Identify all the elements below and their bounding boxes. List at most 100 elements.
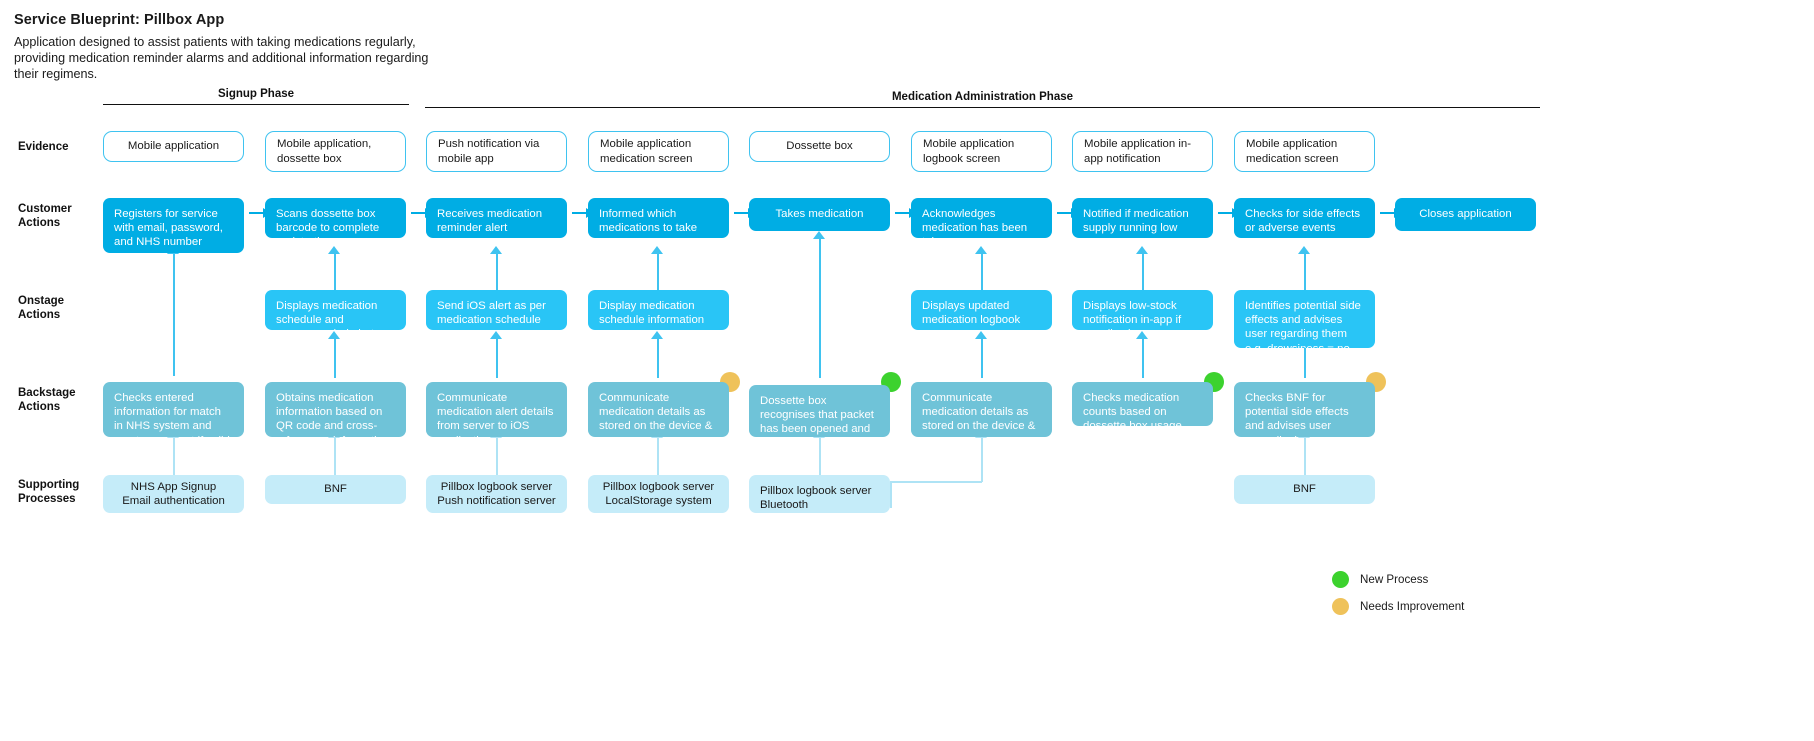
page-description: Application designed to assist patients … [14, 35, 429, 82]
onstage-action-card[interactable]: Identifies potential side effects and ad… [1234, 290, 1375, 348]
evidence-card[interactable]: Mobile application in-app notification [1072, 131, 1213, 172]
customer-action-card[interactable]: Acknowledges medication has been taken [911, 198, 1052, 238]
evidence-card[interactable]: Mobile application medication screen [1234, 131, 1375, 172]
connector-line [173, 253, 175, 376]
evidence-card[interactable]: Dossette box [749, 131, 890, 162]
connector-line [334, 338, 336, 378]
row-label-text: Actions [18, 217, 61, 229]
connector-line [1304, 347, 1306, 378]
evidence-card[interactable]: Mobile application logbook screen [911, 131, 1052, 172]
customer-action-card[interactable]: Receives medication reminder alert [426, 198, 567, 238]
supporting-process-label: Pillbox logbook server [760, 485, 872, 497]
connector-arrow [490, 246, 502, 254]
connector-line [1142, 253, 1144, 291]
backstage-action-card[interactable]: Dossette box recognises that packet has … [749, 385, 890, 437]
connector-line [1304, 253, 1306, 291]
supporting-process-label: NHS App Signup [130, 480, 217, 493]
connector-line [173, 437, 175, 475]
connector-line [1304, 437, 1306, 475]
onstage-action-card[interactable]: Displays low-stock notification in-app i… [1072, 290, 1213, 330]
customer-action-card[interactable]: Notified if medication supply running lo… [1072, 198, 1213, 238]
phase-divider [103, 104, 409, 105]
row-label-customer-actions: Customer Actions [18, 202, 102, 230]
supporting-process-label: LocalStorage system [605, 495, 712, 507]
backstage-action-label: Communicate medication alert details fro… [437, 392, 554, 437]
onstage-action-card[interactable]: Send iOS alert as per medication schedul… [426, 290, 567, 330]
phase-label: Medication Administration Phase [891, 91, 1074, 103]
customer-action-label: Acknowledges medication has been taken [922, 208, 1028, 238]
connector-line [496, 338, 498, 378]
connector-arrow [328, 246, 340, 254]
row-label-onstage-actions: Onstage Actions [18, 294, 102, 322]
row-label-supporting-processes: Supporting Processes [18, 478, 102, 506]
supporting-process-label: Email authentication [122, 495, 225, 507]
connector-arrow [651, 331, 663, 339]
evidence-label: Mobile application logbook screen [923, 138, 1015, 165]
customer-action-card[interactable]: Scans dossette box barcode to complete r… [265, 198, 406, 238]
evidence-label: Dossette box [786, 140, 853, 153]
evidence-card[interactable]: Push notification via mobile app [426, 131, 567, 172]
onstage-action-card[interactable]: Displays updated medication logbook [911, 290, 1052, 330]
connector-arrow [813, 231, 825, 239]
phase-header-signup: Signup Phase [103, 88, 409, 105]
connector-line [981, 338, 983, 378]
customer-action-label: Closes application [1419, 208, 1512, 221]
supporting-process-card[interactable]: BNF [1234, 475, 1375, 504]
customer-action-label: Checks for side effects or adverse event… [1245, 208, 1361, 235]
onstage-action-label: Displays medication schedule and recomme… [276, 300, 380, 330]
service-blueprint-canvas: Service Blueprint: Pillbox App Applicati… [0, 0, 1814, 741]
evidence-label: Mobile application, dossette box [277, 138, 372, 165]
connector-line [981, 253, 983, 291]
backstage-action-label: Communicate medication details as stored… [922, 392, 1036, 437]
connector-line [890, 482, 892, 508]
row-label-evidence: Evidence [18, 140, 102, 154]
backstage-action-card[interactable]: Communicate medication details as stored… [911, 382, 1052, 437]
connector-line [496, 253, 498, 291]
onstage-action-label: Display medication schedule information [599, 300, 705, 327]
legend-label: Needs Improvement [1360, 600, 1465, 613]
supporting-process-card[interactable]: BNF [265, 475, 406, 504]
backstage-action-card[interactable]: Communicate medication details as stored… [588, 382, 729, 437]
evidence-card[interactable]: Mobile application [103, 131, 244, 162]
backstage-action-card[interactable]: Checks medication counts based on dosset… [1072, 382, 1213, 426]
legend-label: New Process [1360, 573, 1429, 586]
onstage-action-label: Identifies potential side effects and ad… [1245, 300, 1361, 348]
legend-dot-needs-improvement [1332, 598, 1349, 615]
customer-action-card[interactable]: Closes application [1395, 198, 1536, 231]
supporting-process-label: Bluetooth [760, 499, 809, 512]
supporting-process-card[interactable]: Pillbox logbook server LocalStorage syst… [588, 475, 729, 513]
evidence-label: Mobile application medication screen [600, 138, 693, 165]
customer-action-card[interactable]: Takes medication [749, 198, 890, 231]
supporting-process-label: Pillbox logbook server [440, 480, 553, 493]
customer-action-card[interactable]: Informed which medications to take [588, 198, 729, 238]
backstage-action-card[interactable]: Checks BNF for potential side effects an… [1234, 382, 1375, 437]
backstage-action-card[interactable]: Communicate medication alert details fro… [426, 382, 567, 437]
backstage-action-label: Checks BNF for potential side effects an… [1245, 392, 1349, 437]
evidence-card[interactable]: Mobile application, dossette box [265, 131, 406, 172]
evidence-card[interactable]: Mobile application medication screen [588, 131, 729, 172]
connector-arrow [1136, 246, 1148, 254]
connector-line [981, 437, 983, 482]
supporting-process-card[interactable]: Pillbox logbook server Bluetooth [749, 475, 890, 513]
connector-line [334, 253, 336, 291]
connector-arrow [1298, 246, 1310, 254]
supporting-process-card[interactable]: Pillbox logbook server Push notification… [426, 475, 567, 513]
connector-line [334, 437, 336, 475]
backstage-action-card[interactable]: Obtains medication information based on … [265, 382, 406, 437]
row-label-text: Backstage [18, 387, 76, 399]
customer-action-card[interactable]: Registers for service with email, passwo… [103, 198, 244, 253]
supporting-process-card[interactable]: NHS App Signup Email authentication [103, 475, 244, 513]
phase-label: Signup Phase [217, 88, 295, 100]
legend-dot-new-process [1332, 571, 1349, 588]
supporting-process-label: BNF [324, 483, 347, 496]
page-title: Service Blueprint: Pillbox App [14, 12, 225, 28]
connector-line [1142, 338, 1144, 378]
customer-action-card[interactable]: Checks for side effects or adverse event… [1234, 198, 1375, 238]
legend-item-new-process: New Process [1332, 571, 1428, 588]
connector-arrow [975, 246, 987, 254]
onstage-action-card[interactable]: Displays medication schedule and recomme… [265, 290, 406, 330]
onstage-action-card[interactable]: Display medication schedule information [588, 290, 729, 330]
backstage-action-label: Checks medication counts based on dosset… [1083, 392, 1182, 426]
backstage-action-card[interactable]: Checks entered information for match in … [103, 382, 244, 437]
evidence-label: Mobile application [127, 140, 220, 153]
